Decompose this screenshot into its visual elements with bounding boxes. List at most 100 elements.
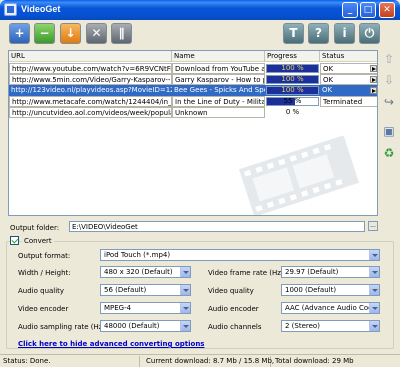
audio-quality-select[interactable]: 56 (Default): [100, 284, 191, 296]
play-icon[interactable]: [370, 76, 377, 83]
progress-label: 0 %: [285, 108, 300, 116]
audio-channels-select[interactable]: 2 (Stereo): [281, 320, 380, 332]
output-format-value: iPod Touch (*.mp4): [104, 251, 171, 259]
title-bar: VideoGet _ □ ✕: [0, 0, 400, 20]
start-download-button[interactable]: ↓: [60, 23, 81, 44]
progress-bar: 100 %: [266, 64, 319, 73]
width-height-value: 480 x 320 (Default): [104, 268, 173, 276]
video-encoder-select[interactable]: MPEG-4: [100, 302, 191, 314]
chevron-down-icon: [369, 267, 379, 277]
sampling-rate-select[interactable]: 48000 (Default): [100, 320, 191, 332]
chevron-down-icon: [369, 303, 379, 313]
browse-button[interactable]: ...: [368, 221, 378, 231]
progress-label: 100 %: [281, 86, 304, 94]
audio-quality-value: 56 (Default): [104, 286, 147, 294]
move-down-icon[interactable]: ⇩: [382, 73, 396, 87]
minus-icon: −: [39, 26, 50, 40]
move-up-icon[interactable]: ⇧: [382, 52, 396, 66]
chevron-down-icon: [180, 285, 190, 295]
video-quality-label: Video quality: [208, 287, 254, 295]
stop-download-button[interactable]: ✕: [86, 23, 107, 44]
recycle-icon[interactable]: ♻: [382, 146, 396, 160]
name-cell: Unknown: [172, 107, 265, 118]
about-button[interactable]: i: [334, 23, 355, 44]
downloads-table[interactable]: URL Name Progress Status http://www.yout…: [8, 50, 378, 216]
pause-icon: ∥: [118, 26, 125, 40]
column-header-name[interactable]: Name: [172, 51, 265, 62]
clear-list-icon[interactable]: ↪: [382, 95, 396, 109]
settings-button[interactable]: T: [283, 23, 304, 44]
convert-checkbox[interactable]: [10, 236, 19, 245]
sampling-rate-label: Audio sampling rate (Hz):: [18, 323, 108, 331]
close-button[interactable]: ✕: [379, 2, 395, 18]
name-cell: Download from YouTube and: [172, 63, 265, 74]
cross-icon: ✕: [91, 26, 102, 40]
frame-rate-select[interactable]: 29.97 (Default): [281, 266, 380, 278]
total-download-text: Total download: 29 Mb: [275, 357, 354, 365]
chevron-down-icon: [369, 321, 379, 331]
audio-quality-label: Audio quality: [18, 287, 65, 295]
table-row[interactable]: http://www.5min.com/Video/Garry-Kasparov…: [9, 74, 377, 85]
hide-options-link[interactable]: Click here to hide advanced converting o…: [18, 340, 204, 348]
output-folder-label: Output folder:: [10, 224, 60, 232]
width-height-select[interactable]: 480 x 320 (Default): [100, 266, 191, 278]
toolbar: + − ↓ ✕ ∥ T ? i ⏻: [0, 20, 400, 48]
audio-channels-label: Audio channels: [208, 323, 262, 331]
table-row-selected[interactable]: http://123video.nl/playvideos.asp?MovieI…: [9, 85, 377, 96]
chevron-down-icon: [180, 321, 190, 331]
info-icon: i: [342, 26, 347, 40]
video-quality-value: 1000 (Default): [285, 286, 337, 294]
film-watermark-icon: [238, 136, 360, 215]
width-height-label: Width / Height:: [18, 269, 71, 277]
current-download-text: Current download: 8.7 Mb / 15.8 Mb,: [143, 356, 274, 367]
plus-icon: +: [14, 26, 25, 40]
exit-button[interactable]: ⏻: [359, 23, 380, 44]
progress-bar: 0 %: [266, 108, 319, 117]
status-text: Status: Done.: [0, 356, 140, 367]
play-icon[interactable]: [370, 87, 377, 94]
table-header: URL Name Progress Status: [9, 51, 377, 62]
audio-encoder-value: AAC (Advance Audio Codir: [285, 304, 378, 312]
pause-download-button[interactable]: ∥: [111, 23, 132, 44]
output-folder-input[interactable]: E:\VIDEO\VideoGet: [69, 221, 365, 232]
table-row[interactable]: http://www.metacafe.com/watch/1244404/in…: [9, 96, 377, 107]
name-cell: Bee Gees - Spicks And Speck: [174, 86, 265, 94]
video-encoder-value: MPEG-4: [104, 304, 132, 312]
question-icon: ?: [315, 26, 322, 40]
maximize-button[interactable]: □: [360, 2, 376, 18]
url-cell: http://www.youtube.com/watch?v=6R9VCNtFr…: [9, 63, 172, 74]
frame-rate-label: Video frame rate (Hz):: [208, 269, 287, 277]
output-format-select[interactable]: iPod Touch (*.mp4): [100, 249, 380, 261]
app-icon: [4, 3, 17, 16]
progress-label: 55 %: [283, 97, 302, 105]
name-cell: In the Line of Duty - Military M: [172, 96, 265, 107]
name-cell: Garry Kasparov - How to play: [172, 74, 265, 85]
minimize-button[interactable]: _: [342, 2, 358, 18]
url-cell: http://www.metacafe.com/watch/1244404/in…: [9, 96, 172, 107]
audio-encoder-select[interactable]: AAC (Advance Audio Codir: [281, 302, 380, 314]
table-row[interactable]: http://www.youtube.com/watch?v=6R9VCNtFr…: [9, 63, 377, 74]
chevron-down-icon: [369, 250, 379, 260]
audio-channels-value: 2 (Stereo): [285, 322, 320, 330]
chevron-down-icon: [369, 285, 379, 295]
status-bar: Status: Done. Current download: 8.7 Mb /…: [0, 354, 400, 367]
output-format-label: Output format:: [18, 252, 71, 260]
power-icon: ⏻: [364, 26, 375, 40]
remove-download-button[interactable]: −: [34, 23, 55, 44]
help-button[interactable]: ?: [308, 23, 329, 44]
add-download-button[interactable]: +: [9, 23, 30, 44]
play-icon[interactable]: [370, 65, 377, 72]
status-cell: Terminated: [320, 96, 377, 107]
progress-bar: 100 %: [266, 86, 319, 95]
frame-rate-value: 29.97 (Default): [285, 268, 339, 276]
column-header-url[interactable]: URL: [9, 51, 172, 62]
column-header-status[interactable]: Status: [320, 51, 377, 62]
progress-label: 100 %: [281, 75, 304, 83]
column-header-progress[interactable]: Progress: [265, 51, 320, 62]
table-row[interactable]: http://uncutvideo.aol.com/videos/week/po…: [9, 107, 377, 118]
properties-icon[interactable]: ▣: [382, 124, 396, 138]
video-quality-select[interactable]: 1000 (Default): [281, 284, 380, 296]
tools-icon: T: [289, 26, 298, 40]
progress-bar: 55 %: [266, 97, 319, 106]
progress-bar: 100 %: [266, 75, 319, 84]
